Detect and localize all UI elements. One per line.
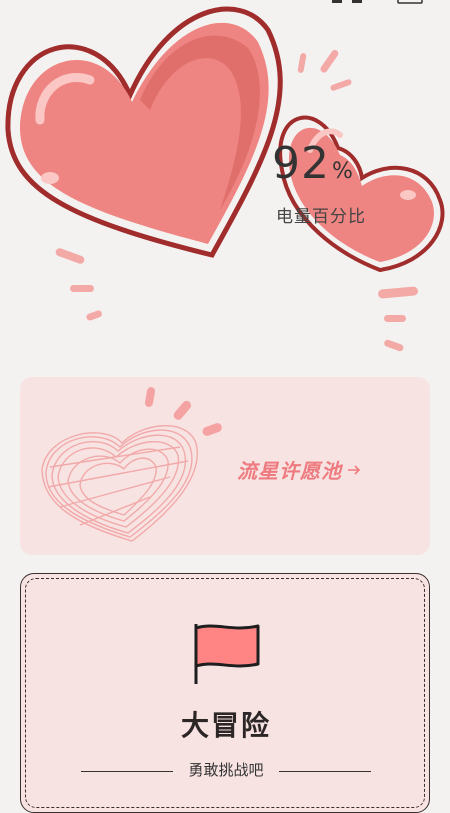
arrow-right-icon bbox=[348, 464, 361, 475]
adventure-subtitle: 勇敢挑战吧 bbox=[188, 761, 264, 779]
battery-value: 92 bbox=[272, 138, 330, 189]
wish-pool-title: 流星许愿池 bbox=[237, 459, 342, 483]
wish-pool-link[interactable]: 流星许愿池 bbox=[237, 455, 362, 484]
flag-icon bbox=[194, 624, 260, 684]
wish-pool-card[interactable]: 流星许愿池 bbox=[20, 377, 430, 555]
battery-unit: % bbox=[332, 159, 353, 184]
big-heart-icon bbox=[5, 6, 283, 258]
battery-percentage: 92% bbox=[272, 138, 353, 189]
hearts-illustration bbox=[5, 6, 445, 352]
divider-right bbox=[279, 771, 371, 772]
battery-hero: 92% 电量百分比 bbox=[0, 0, 450, 370]
scribble-heart-icon bbox=[41, 387, 222, 542]
battery-label: 电量百分比 bbox=[276, 207, 366, 227]
adventure-title: 大冒险 bbox=[180, 709, 271, 742]
adventure-card[interactable]: 大冒险 勇敢挑战吧 bbox=[20, 573, 430, 813]
